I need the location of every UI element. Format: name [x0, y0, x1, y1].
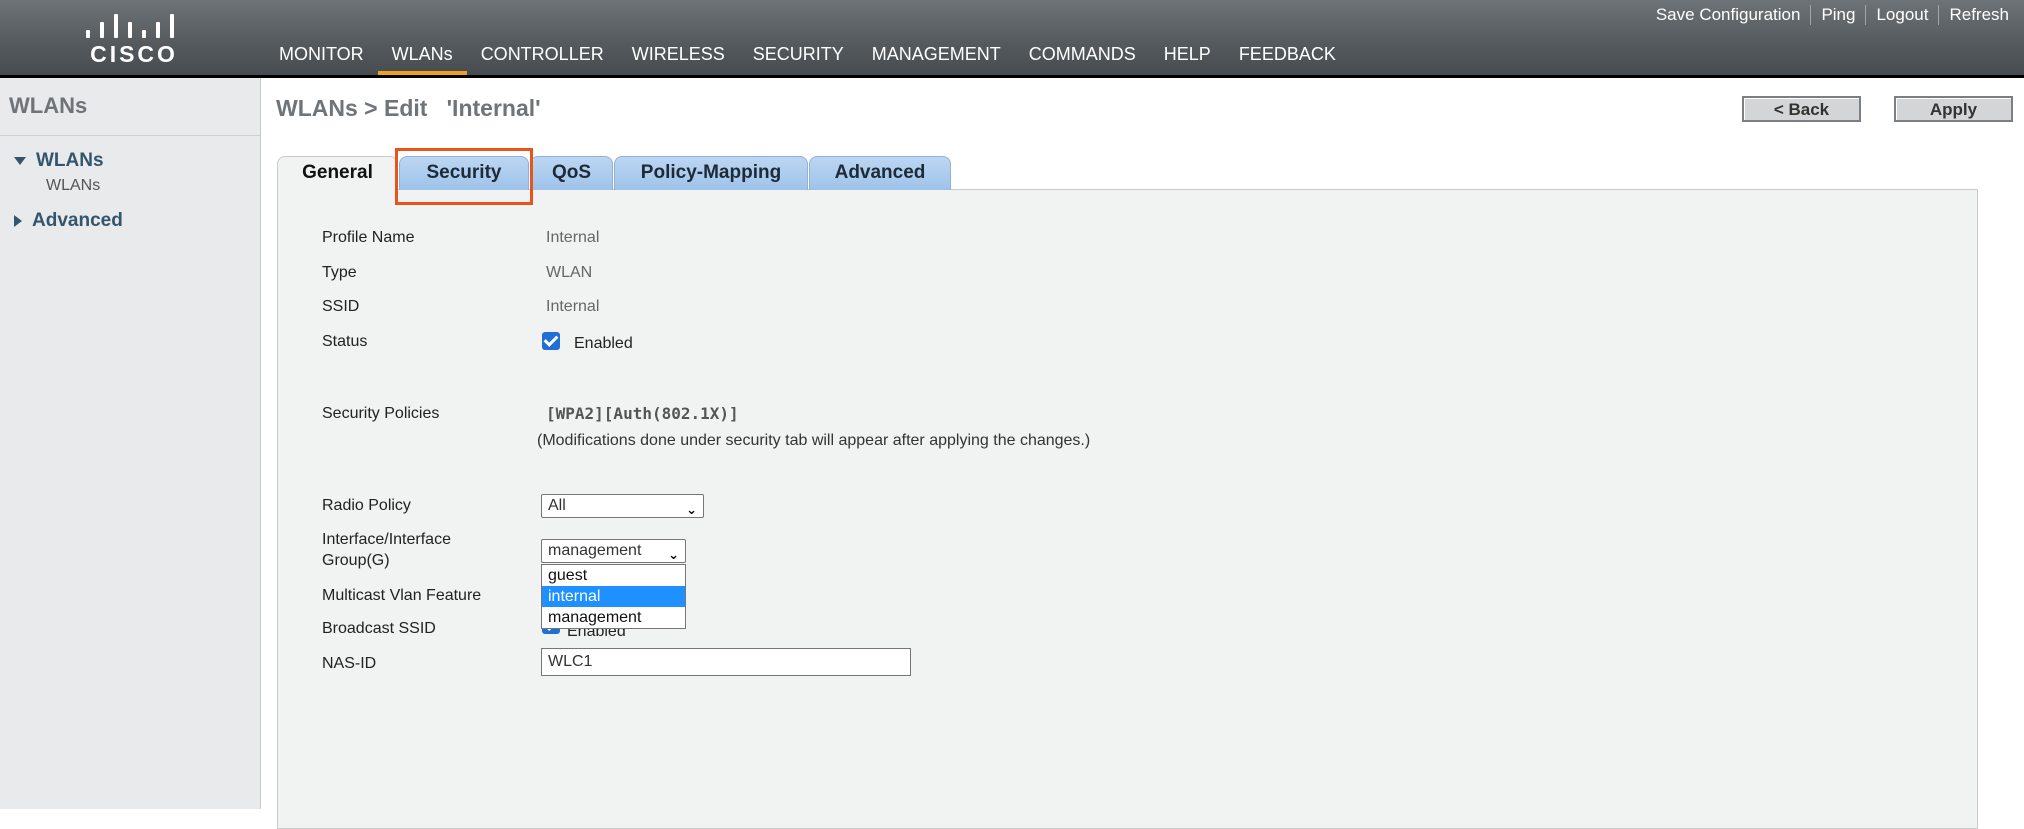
header-divider [0, 75, 2024, 78]
nav-wlans[interactable]: WLANs [377, 42, 467, 75]
radio-policy-selected: All [548, 497, 566, 514]
profile-name-label: Profile Name [322, 229, 415, 246]
interface-option-internal[interactable]: internal [542, 586, 685, 607]
ssid-value: Internal [546, 298, 600, 315]
profile-name-value: Internal [546, 229, 600, 246]
sidebar-item-wlans[interactable]: WLANs [14, 150, 104, 172]
utility-links: Save Configuration Ping Logout Refresh [1646, 5, 2014, 25]
sidebar-item-advanced[interactable]: Advanced [14, 210, 123, 232]
nav-controller[interactable]: CONTROLLER [467, 42, 618, 75]
radio-policy-select[interactable]: All ⌄ [541, 494, 704, 518]
refresh-link[interactable]: Refresh [1939, 5, 2014, 25]
status-enabled-checkbox[interactable] [542, 332, 560, 350]
nas-id-label: NAS-ID [322, 655, 377, 672]
ping-link[interactable]: Ping [1811, 5, 1867, 25]
broadcast-ssid-label: Broadcast SSID [322, 620, 436, 637]
type-label: Type [322, 264, 357, 281]
interface-label-line1: Interface/Interface [322, 531, 451, 548]
radio-policy-label: Radio Policy [322, 497, 411, 514]
sidebar-subitem-wlans[interactable]: WLANs [46, 177, 100, 195]
sidebar-item-label: WLANs [36, 150, 104, 171]
top-header: CISCO Save Configuration Ping Logout Ref… [0, 0, 2024, 75]
interface-option-guest[interactable]: guest [542, 565, 685, 586]
ssid-label: SSID [322, 298, 360, 315]
cisco-logo-bars-icon [84, 10, 184, 38]
interface-label-line2: Group(G) [322, 552, 390, 569]
nas-id-input[interactable]: WLC1 [541, 648, 911, 676]
logout-link[interactable]: Logout [1866, 5, 1940, 25]
triangle-right-icon [14, 215, 22, 227]
main-nav: MONITOR WLANs CONTROLLER WIRELESS SECURI… [265, 42, 1350, 75]
status-enabled-text: Enabled [574, 335, 633, 352]
type-value: WLAN [546, 264, 593, 281]
status-label: Status [322, 333, 368, 350]
tab-advanced[interactable]: Advanced [809, 156, 951, 190]
apply-button[interactable]: Apply [1894, 96, 2013, 122]
page-title: WLANs > Edit 'Internal' [276, 95, 541, 121]
logo-text: CISCO [90, 41, 178, 67]
security-tab-highlight [395, 148, 533, 205]
nav-commands[interactable]: COMMANDS [1015, 42, 1150, 75]
interface-selected: management [548, 542, 642, 559]
interface-select[interactable]: management ⌄ [541, 539, 686, 563]
nav-monitor[interactable]: MONITOR [265, 42, 378, 75]
back-button[interactable]: < Back [1742, 96, 1861, 122]
nav-security[interactable]: SECURITY [739, 42, 858, 75]
general-tab-panel [277, 189, 1978, 829]
security-policies-value: [WPA2][Auth(802.1X)] [546, 404, 739, 423]
interface-option-management[interactable]: management [542, 607, 685, 628]
tab-policy-mapping[interactable]: Policy-Mapping [614, 156, 808, 190]
sidebar-item-label: Advanced [32, 210, 123, 231]
nav-help[interactable]: HELP [1150, 42, 1225, 75]
nav-management[interactable]: MANAGEMENT [858, 42, 1015, 75]
triangle-down-icon [14, 157, 26, 165]
security-policies-label: Security Policies [322, 405, 440, 422]
sidebar-divider [0, 135, 260, 136]
nav-feedback[interactable]: FEEDBACK [1225, 42, 1350, 75]
save-configuration-link[interactable]: Save Configuration [1646, 5, 1812, 25]
tab-general[interactable]: General [277, 156, 398, 192]
sidebar: WLANs WLANs WLANs Advanced [0, 78, 261, 809]
chevron-down-icon: ⌄ [668, 547, 679, 562]
security-policies-note: (Modifications done under security tab w… [537, 432, 1091, 449]
chevron-down-icon: ⌄ [686, 502, 697, 517]
cisco-logo: CISCO [84, 10, 184, 67]
multicast-vlan-label: Multicast Vlan Feature [322, 587, 482, 604]
nav-wireless[interactable]: WIRELESS [618, 42, 739, 75]
interface-dropdown-list: guest internal management [541, 564, 686, 629]
sidebar-title: WLANs [9, 93, 88, 118]
tab-qos[interactable]: QoS [530, 156, 613, 190]
